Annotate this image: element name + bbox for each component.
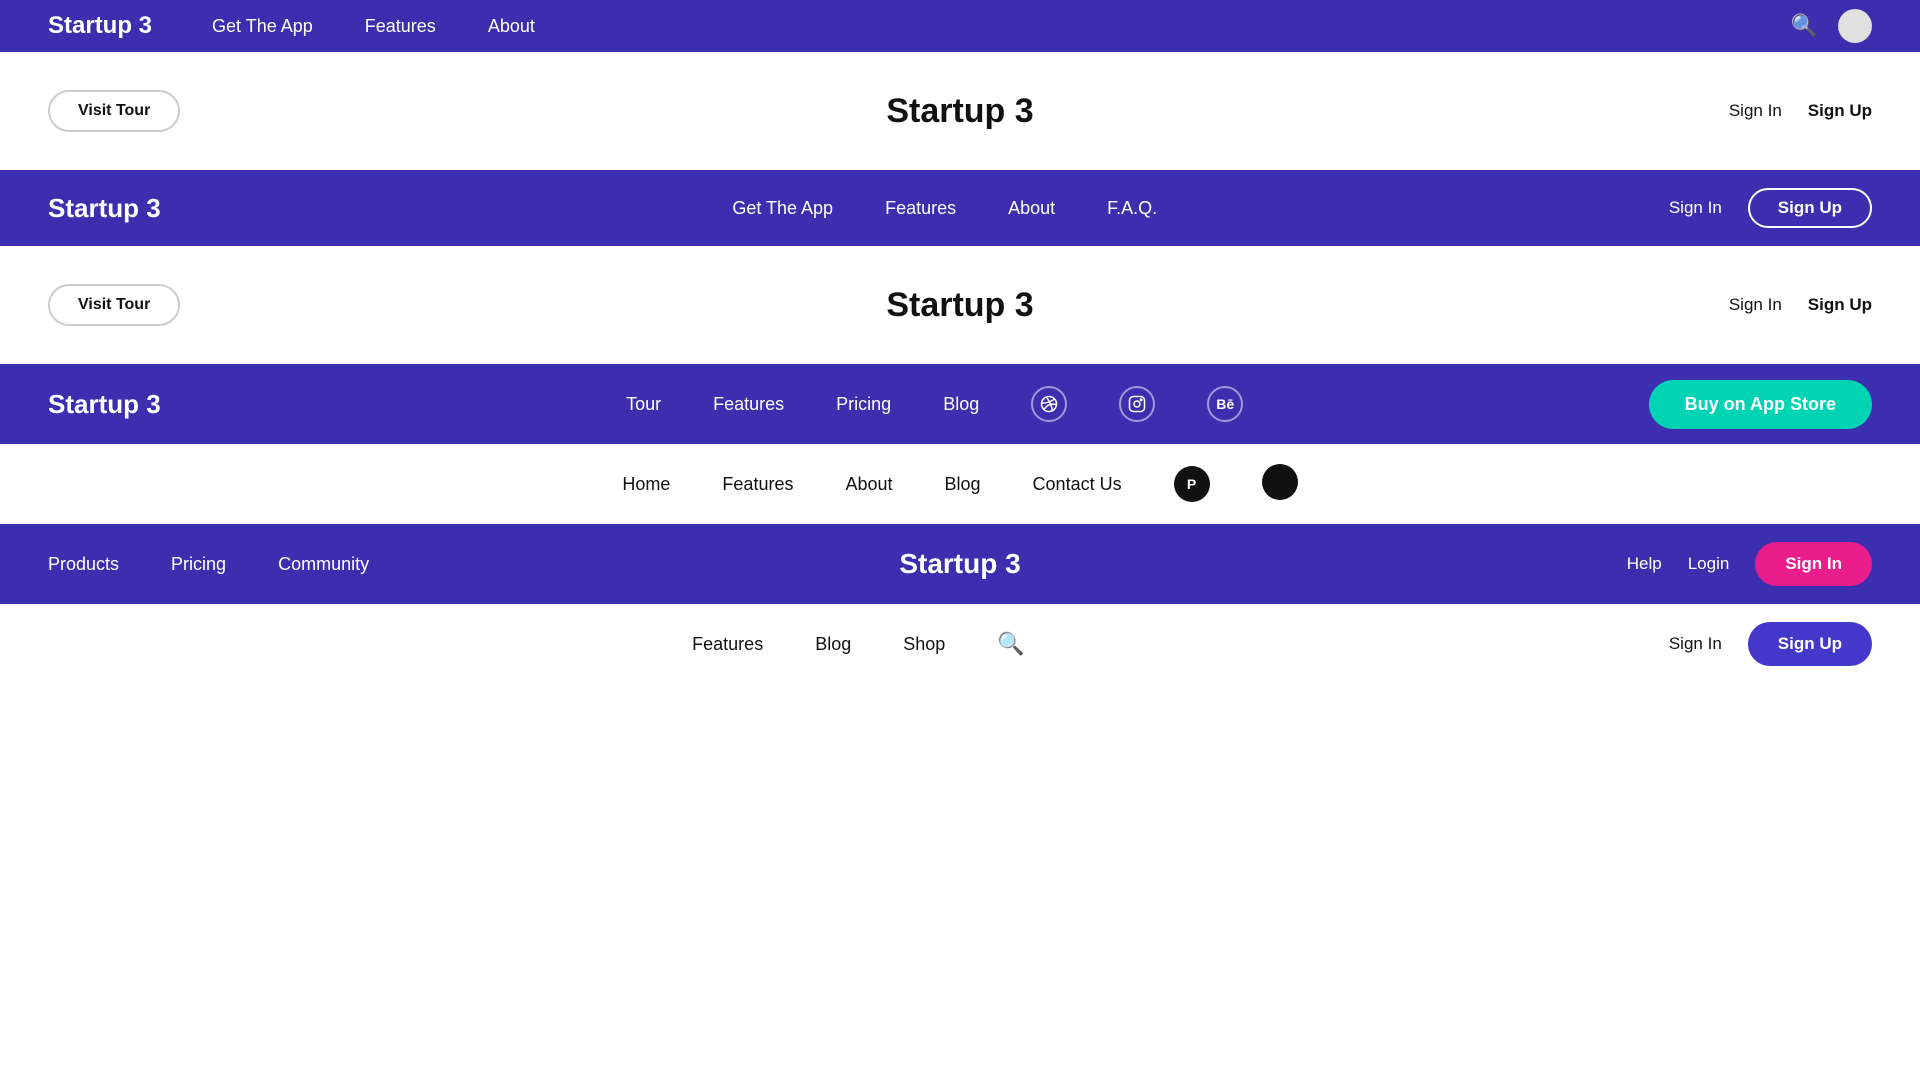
nav-link-features-6[interactable]: Features [722, 474, 793, 494]
nav-link-get-the-app-1[interactable]: Get The App [212, 16, 313, 36]
white-strip-row4: Visit Tour Startup 3 Sign In Sign Up [0, 246, 1920, 364]
center-logo-row2: Startup 3 [886, 92, 1033, 131]
navbar-row7: Products Pricing Community Startup 3 Hel… [0, 524, 1920, 604]
avatar-1 [1838, 9, 1872, 43]
nav-links-row6: Home Features About Blog Contact Us P [48, 464, 1872, 505]
nav-link-faq-3[interactable]: F.A.Q. [1107, 198, 1157, 218]
nav-link-blog-8[interactable]: Blog [815, 634, 851, 654]
nav-link-home-6[interactable]: Home [622, 474, 670, 494]
visit-tour-button-4[interactable]: Visit Tour [48, 284, 180, 326]
nav-link-blog-5[interactable]: Blog [943, 394, 979, 414]
behance-icon[interactable]: Bē [1207, 386, 1243, 422]
sign-up-button-3[interactable]: Sign Up [1748, 188, 1872, 228]
sign-in-button-7[interactable]: Sign In [1755, 542, 1872, 586]
nav-link-shop-8[interactable]: Shop [903, 634, 945, 654]
nav-link-about-6[interactable]: About [845, 474, 892, 494]
instagram-icon[interactable] [1119, 386, 1155, 422]
login-button-7[interactable]: Login [1688, 554, 1730, 574]
dribbble-icon[interactable] [1031, 386, 1067, 422]
nav-link-contact-us-6[interactable]: Contact Us [1033, 474, 1122, 494]
nav-link-pricing-7[interactable]: Pricing [171, 554, 226, 574]
sign-up-button-8[interactable]: Sign Up [1748, 622, 1872, 666]
search-button-8[interactable]: 🔍 [997, 631, 1024, 657]
center-logo-row7: Startup 3 [899, 548, 1020, 580]
search-button-1[interactable]: 🔍 [1791, 13, 1818, 39]
nav-link-features-1[interactable]: Features [365, 16, 436, 36]
white-strip-row2: Visit Tour Startup 3 Sign In Sign Up [0, 52, 1920, 170]
nav-link-get-the-app-3[interactable]: Get The App [732, 198, 833, 218]
sign-in-button-4[interactable]: Sign In [1729, 295, 1782, 315]
help-button-7[interactable]: Help [1627, 554, 1662, 574]
sign-up-button-4[interactable]: Sign Up [1808, 295, 1872, 315]
navbar-row1: Startup 3 Get The App Features About 🔍 [0, 0, 1920, 52]
nav-link-pricing-5[interactable]: Pricing [836, 394, 891, 414]
nav-links-row5: Tour Features Pricing Blog Bē [221, 386, 1649, 422]
nav-link-features-8[interactable]: Features [692, 634, 763, 654]
sign-in-button-3[interactable]: Sign In [1669, 198, 1722, 218]
apple-icon[interactable] [1262, 464, 1298, 500]
center-logo-row4: Startup 3 [886, 286, 1033, 325]
nav-link-tour-5[interactable]: Tour [626, 394, 661, 414]
nav-links-row3: Get The App Features About F.A.Q. [221, 198, 1669, 219]
nav-link-features-5[interactable]: Features [713, 394, 784, 414]
sign-up-button-2[interactable]: Sign Up [1808, 101, 1872, 121]
nav-link-products-7[interactable]: Products [48, 554, 119, 574]
nav-logo-row5: Startup 3 [48, 389, 161, 420]
nav-link-about-1[interactable]: About [488, 16, 535, 36]
nav-link-community-7[interactable]: Community [278, 554, 369, 574]
navbar-row3: Startup 3 Get The App Features About F.A… [0, 170, 1920, 246]
sign-in-button-2[interactable]: Sign In [1729, 101, 1782, 121]
buy-app-store-button[interactable]: Buy on App Store [1649, 380, 1872, 429]
nav-link-blog-6[interactable]: Blog [945, 474, 981, 494]
nav-links-row1: Get The App Features About [212, 16, 535, 37]
producthunt-icon[interactable]: P [1174, 466, 1210, 502]
navbar-row6: Home Features About Blog Contact Us P [0, 444, 1920, 524]
visit-tour-button-1[interactable]: Visit Tour [48, 90, 180, 132]
navbar-row8: Features Blog Shop 🔍 Sign In Sign Up [0, 604, 1920, 684]
nav-logo-row1: Startup 3 [48, 12, 152, 40]
nav-link-features-3[interactable]: Features [885, 198, 956, 218]
nav-links-left-row7: Products Pricing Community [48, 554, 369, 575]
navbar-row5: Startup 3 Tour Features Pricing Blog Bē [0, 364, 1920, 444]
nav-links-row8: Features Blog Shop 🔍 [48, 631, 1669, 657]
sign-in-button-8[interactable]: Sign In [1669, 634, 1722, 654]
nav-logo-row3: Startup 3 [48, 193, 161, 224]
nav-link-about-3[interactable]: About [1008, 198, 1055, 218]
